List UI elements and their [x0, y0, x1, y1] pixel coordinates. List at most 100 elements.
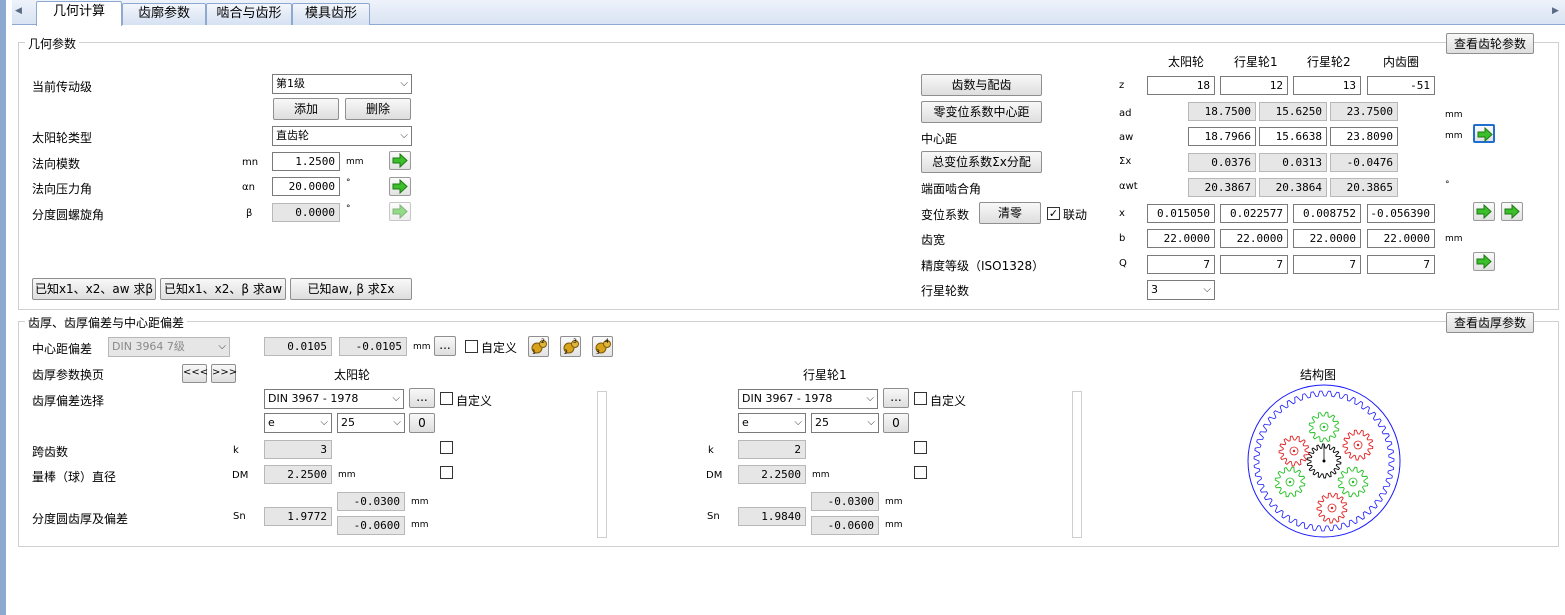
q-planet2-input[interactable]: 7 [1293, 255, 1361, 274]
view-thickness-params-button[interactable]: 查看齿厚参数 [1446, 312, 1534, 333]
solve-beta-button[interactable]: 已知x1、x2、aw 求β [32, 278, 156, 300]
right-arrow-icon[interactable] [1501, 202, 1523, 221]
add-stage-button[interactable]: 添加 [273, 98, 339, 120]
svg-text:2: 2 [541, 338, 545, 345]
ad-planet1-value: 15.6250 [1259, 102, 1327, 121]
z-planet1-input[interactable]: 12 [1220, 76, 1288, 95]
planet-dm-checkbox[interactable] [914, 466, 927, 479]
b-planet2-input[interactable]: 22.0000 [1293, 229, 1361, 248]
planet-thickness-lower: -0.0600 [811, 516, 879, 535]
planet-gear-center-1 [1322, 425, 1326, 429]
ad-unit: mm [1445, 110, 1463, 120]
b-ring-input[interactable]: 22.0000 [1367, 229, 1435, 248]
solve-sigma-x-button[interactable]: 已知aw, β 求Σx [290, 278, 412, 300]
x-planet2-input[interactable]: 0.008752 [1293, 204, 1361, 223]
link-checkbox[interactable]: ✓ [1047, 207, 1060, 220]
planet-dm-value: 2.2500 [738, 465, 806, 484]
planet-gear-center-4 [1330, 506, 1334, 510]
current-stage-select[interactable]: 第1级 ⌵ [272, 74, 412, 94]
center-deviation-custom-checkbox[interactable] [465, 340, 478, 353]
b-planet1-input[interactable]: 22.0000 [1220, 229, 1288, 248]
solve-aw-button[interactable]: 已知x1、x2、β 求aw [160, 278, 286, 300]
aw-planet1-input[interactable]: 15.6638 [1259, 127, 1327, 146]
tab-profile-params[interactable]: 齿廓参数 [122, 3, 206, 25]
b-unit: mm [1445, 234, 1463, 244]
delete-stage-button[interactable]: 删除 [345, 98, 411, 120]
planet-k-checkbox[interactable] [914, 441, 927, 454]
pressure-angle-input[interactable]: 20.0000 [272, 177, 340, 196]
planet-zero-button[interactable]: 0 [883, 413, 909, 433]
aw-symbol: aw [1119, 132, 1134, 143]
sun-field-select[interactable]: e ⌵ [264, 413, 332, 433]
z-ring-input[interactable]: -51 [1367, 76, 1435, 95]
svg-text:4: 4 [605, 338, 609, 345]
dm-symbol: DM [706, 470, 723, 481]
tab-geometry-calc[interactable]: 几何计算 [36, 1, 122, 26]
x-planet1-input[interactable]: 0.022577 [1220, 204, 1288, 223]
b-symbol: b [1119, 233, 1126, 244]
right-arrow-icon[interactable] [389, 151, 411, 170]
prev-page-button[interactable]: <<< [182, 364, 208, 383]
sun-thickness-lower: -0.0600 [337, 516, 405, 535]
right-arrow-icon[interactable] [1473, 202, 1495, 221]
tab-mesh-tooth[interactable]: 啮合与齿形 [206, 3, 292, 25]
aw-sun-input[interactable]: 18.7966 [1188, 127, 1256, 146]
sun-scrollbar[interactable] [597, 391, 607, 538]
sun-zero-button[interactable]: 0 [409, 413, 435, 433]
x-sun-input[interactable]: 0.015050 [1147, 204, 1215, 223]
sun-deviation-more-button[interactable]: ... [409, 388, 435, 408]
right-arrow-icon[interactable] [389, 177, 411, 196]
z-symbol: z [1119, 80, 1125, 91]
pressure-angle-label: 法向压力角 [32, 182, 93, 196]
face-width-label: 齿宽 [921, 233, 946, 247]
right-arrow-icon[interactable] [1473, 252, 1495, 271]
planet-grade-select[interactable]: 25 ⌵ [811, 413, 879, 433]
x-ring-input[interactable]: -0.056390 [1367, 204, 1435, 223]
aw-planet2-input[interactable]: 23.8090 [1330, 127, 1398, 146]
gear-23-icon[interactable]: 32 [560, 336, 581, 357]
planet-custom-checkbox[interactable] [914, 392, 927, 405]
tab-scroll-right-icon[interactable]: ▶ [1552, 6, 1559, 16]
planet-count-select[interactable]: 3 ⌵ [1147, 280, 1215, 300]
helix-angle-input: 0.0000 [272, 203, 340, 222]
sun-deviation-standard-select[interactable]: DIN 3967 - 1978 ⌵ [264, 389, 404, 409]
sun-column-title: 太阳轮 [334, 368, 371, 382]
q-sun-input[interactable]: 7 [1147, 255, 1215, 274]
z-sun-input[interactable]: 18 [1147, 76, 1215, 95]
planet-scrollbar[interactable] [1072, 391, 1082, 538]
q-ring-input[interactable]: 7 [1367, 255, 1435, 274]
shift-coefficient-label: 变位系数 [921, 208, 970, 222]
planet-sn-value: 1.9840 [738, 507, 806, 526]
teeth-allocation-button[interactable]: 齿数与配齿 [921, 74, 1042, 96]
sun-dm-checkbox[interactable] [440, 466, 453, 479]
normal-module-input[interactable]: 1.2500 [272, 152, 340, 171]
tab-mold-tooth[interactable]: 模具齿形 [292, 3, 370, 25]
gear-34-icon[interactable]: 43 [592, 336, 613, 357]
center-deviation-upper: 0.0105 [264, 337, 332, 356]
clear-shift-button[interactable]: 清零 [979, 202, 1041, 224]
q-planet1-input[interactable]: 7 [1220, 255, 1288, 274]
view-gear-params-button[interactable]: 查看齿轮参数 [1446, 33, 1534, 54]
sun-thickness-upper: -0.0300 [337, 492, 405, 511]
sun-k-checkbox[interactable] [440, 441, 453, 454]
gear-12-icon[interactable]: 21 [528, 336, 549, 357]
planet-deviation-standard-select[interactable]: DIN 3967 - 1978 ⌵ [738, 389, 878, 409]
z-planet2-input[interactable]: 13 [1293, 76, 1361, 95]
sun-grade-select[interactable]: 25 ⌵ [337, 413, 405, 433]
sun-custom-checkbox[interactable] [440, 392, 453, 405]
planet-field-select[interactable]: e ⌵ [738, 413, 806, 433]
svg-text:3: 3 [573, 338, 577, 345]
sun-dm-unit: mm [338, 470, 356, 480]
svg-text:3: 3 [596, 349, 600, 356]
next-page-button[interactable]: >>> [211, 364, 237, 383]
zero-shift-center-button[interactable]: 零变位系数中心距 [921, 101, 1042, 123]
total-shift-allocate-button[interactable]: 总变位系数Σx分配 [921, 151, 1042, 173]
planet-thickness-upper: -0.0300 [811, 492, 879, 511]
planet-count-label: 行星轮数 [921, 284, 970, 298]
planet-deviation-more-button[interactable]: ... [883, 388, 909, 408]
sun-type-select[interactable]: 直齿轮 ⌵ [272, 126, 412, 146]
tab-scroll-left-icon[interactable]: ◀ [15, 6, 22, 16]
b-sun-input[interactable]: 22.0000 [1147, 229, 1215, 248]
center-deviation-more-button[interactable]: ... [434, 336, 456, 356]
right-arrow-icon[interactable] [1473, 124, 1495, 143]
